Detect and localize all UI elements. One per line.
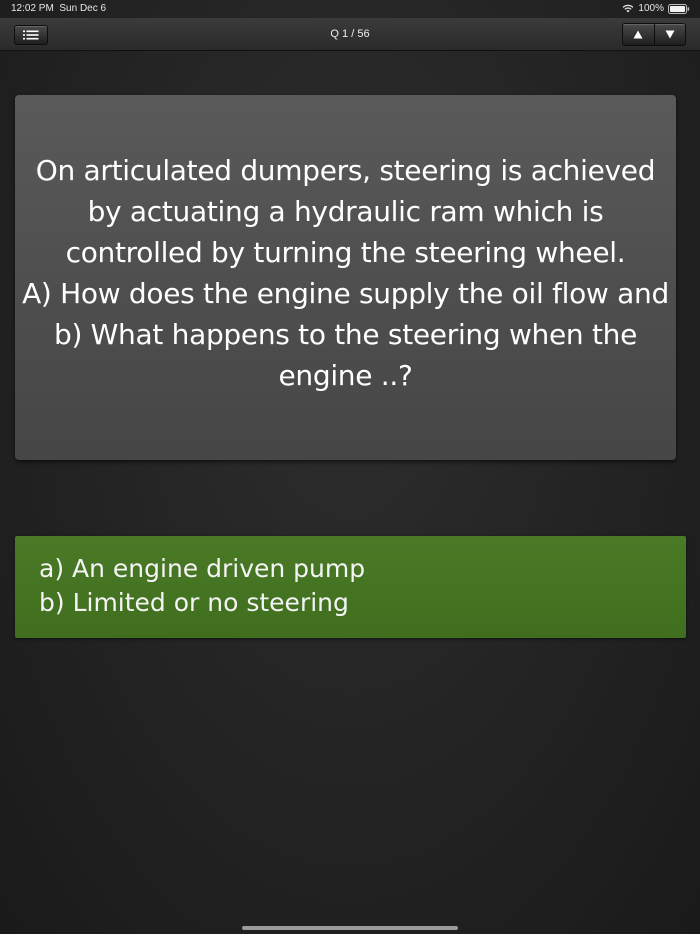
triangle-up-icon: [633, 30, 643, 39]
home-indicator[interactable]: [242, 926, 458, 930]
answer-line-a: a) An engine driven pump: [39, 554, 366, 583]
next-question-button[interactable]: [653, 24, 686, 45]
question-card[interactable]: On articulated dumpers, steering is achi…: [15, 95, 676, 460]
battery-icon: [668, 3, 690, 14]
status-time: 12:02 PM: [11, 3, 54, 14]
status-indicators: 100%: [622, 3, 690, 14]
status-date: Sun Dec 6: [59, 3, 107, 14]
question-nav: [622, 23, 686, 46]
menu-button[interactable]: [14, 25, 48, 45]
status-bar: 12:02 PM Sun Dec 6 100%: [0, 0, 700, 18]
toolbar: Q 1 / 56: [0, 18, 700, 51]
wifi-icon: [623, 4, 634, 13]
status-time-date: 12:02 PM Sun Dec 6: [11, 3, 106, 14]
answer-line-b: b) Limited or no steering: [39, 588, 349, 617]
list-icon: [23, 30, 39, 40]
question-counter: Q 1 / 56: [330, 28, 370, 40]
previous-question-button[interactable]: [623, 24, 654, 45]
battery-percent: 100%: [638, 3, 664, 14]
triangle-down-icon: [665, 30, 675, 39]
answer-card[interactable]: a) An engine driven pump b) Limited or n…: [15, 536, 686, 638]
question-text: On articulated dumpers, steering is achi…: [22, 153, 669, 392]
